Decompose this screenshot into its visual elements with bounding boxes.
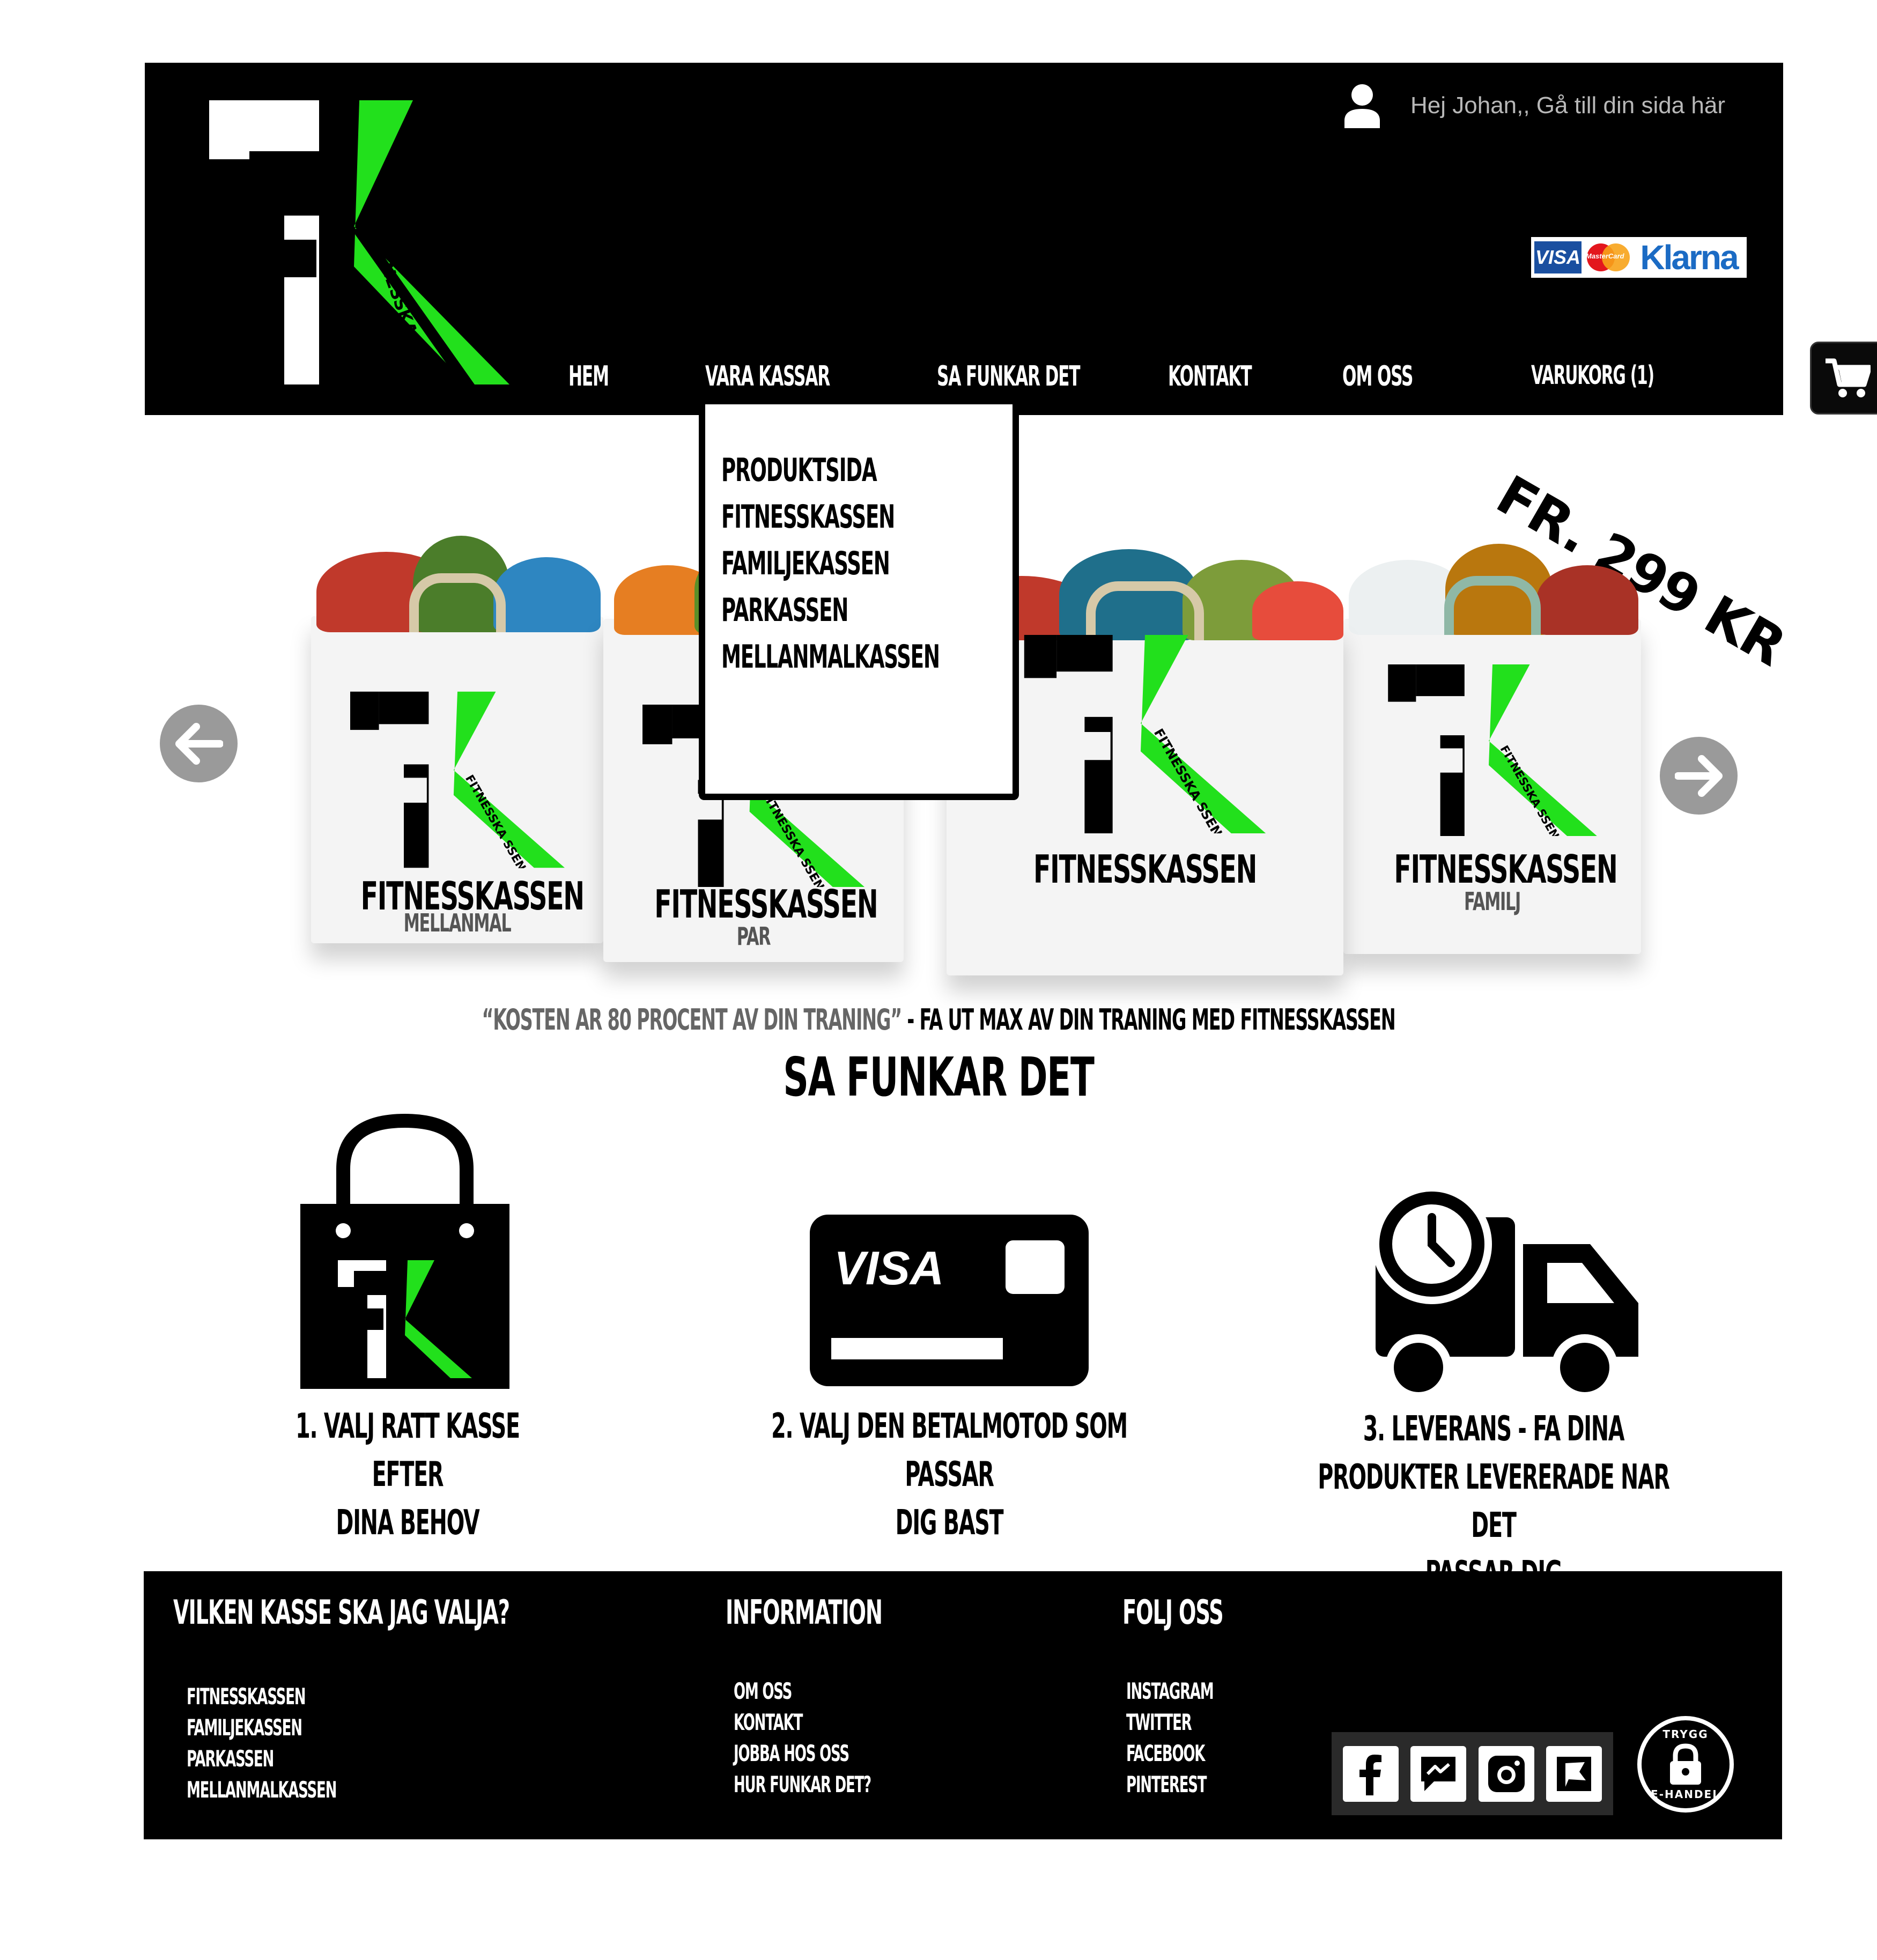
trygg-e-handel-badge[interactable]: TRYGG E-HANDEL [1637,1716,1734,1813]
bag-logo-text: FITNESSKA SSEN [462,773,528,868]
step-3-line2: PRODUKTER LEVERERADE NAR DET [1318,1458,1670,1545]
arrow-left-icon [175,722,223,765]
step-2-line1: 2. VALJ DEN BETALMOTOD SOM PASSAR [771,1407,1128,1495]
dropdown-item-mellanmalkassen[interactable]: MELLANMALKASSEN [721,634,940,681]
bag-mellanmal[interactable]: FITNESSKA SSEN FITNESSKASSEN MELLANMAL [311,536,603,943]
bag-title: FITNESSKASSEN [1394,847,1617,892]
footer-link-instagram[interactable]: INSTAGRAM [1126,1676,1214,1707]
footer-links-kassar: FITNESSKASSEN FAMILJEKASSEN PARKASSEN ME… [187,1681,428,1806]
dropdown-item-fitnesskassen[interactable]: FITNESSKASSEN [721,494,902,541]
footer-link-om-oss[interactable]: OM OSS [734,1676,871,1707]
bag-subtitle: FAMILJ [1464,887,1521,916]
step-1-line2: DINA BEHOV [336,1503,480,1543]
footer-links-social: INSTAGRAM TWITTER FACEBOOK PINTEREST [1126,1676,1267,1800]
footer-link-hur-funkar-det[interactable]: HUR FUNKAR DET? [734,1769,871,1800]
section-title: SA FUNKAR DET [783,1046,1095,1108]
step-2-line2: DIG BAST [895,1503,1004,1543]
mastercard-label: MasterCard [1586,252,1624,260]
footer-link-fitnesskassen[interactable]: FITNESSKASSEN [187,1681,336,1712]
dropdown-item-parkassen[interactable]: PARKASSEN [721,587,902,634]
bag-handle [1444,576,1541,635]
flag-icon [1556,1756,1591,1791]
bag-handle [1086,581,1204,640]
messenger-button[interactable] [1410,1745,1467,1802]
footer-link-mellanmalkassen[interactable]: MELLANMALKASSEN [187,1774,337,1806]
facebook-icon [1359,1754,1382,1795]
shopping-bag-icon [300,1113,509,1389]
bag-logo-text: FITNESSKA SSEN [759,788,827,887]
carousel-next-button[interactable] [1660,737,1738,815]
footer-link-familjekassen[interactable]: FAMILJEKASSEN [187,1712,336,1743]
flag-button[interactable] [1546,1745,1602,1802]
nav-kontakt[interactable]: KONTAKT [1168,342,1252,411]
payment-methods: VISA MasterCard Klarna [1531,237,1747,278]
trust-badge-top: TRYGG [1662,1728,1709,1741]
footer-heading-information: INFORMATION [726,1593,883,1632]
carousel-prev-button[interactable] [160,705,238,782]
footer-link-facebook[interactable]: FACEBOOK [1126,1738,1213,1769]
tagline: “KOSTEN AR 80 PROCENT AV DIN TRANING” - … [357,1003,1520,1037]
step-2-text: 2. VALJ DEN BETALMOTOD SOM PASSAR DIG BA… [750,1402,1149,1547]
footer-link-pinterest[interactable]: PINTEREST [1126,1769,1213,1800]
arrow-right-icon [1674,755,1723,797]
bag-subtitle: PAR [736,922,771,951]
user-account-link[interactable]: Hej Johan,, Gå till din sida här [1343,73,1725,138]
delivery-truck-icon [1372,1185,1638,1401]
step-1-text: 1. VALJ RATT KASSE EFTER DINA BEHOV [275,1402,541,1547]
card-brand-text: VISA [834,1241,944,1295]
social-icons [1332,1732,1613,1815]
site-footer: VILKEN KASSE SKA JAG VALJA? INFORMATION … [144,1571,1782,1839]
bag-subtitle: MELLANMAL [403,908,512,937]
greeting-text[interactable]: Hej Johan,, Gå till din sida här [1410,92,1725,119]
bag-familj[interactable]: FITNESSKA SSEN FITNESSKASSEN FAMILJ [1343,544,1641,954]
dropdown-item-produktsida[interactable]: PRODUKTSIDA [721,447,902,494]
messenger-icon [1421,1756,1456,1791]
step-1-line1: 1. VALJ RATT KASSE EFTER [295,1407,520,1495]
bag-logo: FITNESSKA SSEN [1387,664,1597,836]
footer-link-twitter[interactable]: TWITTER [1126,1707,1213,1738]
footer-heading-folj-oss: FOLJ OSS [1122,1593,1224,1632]
tagline-rest: - FA UT MAX AV DIN TRANING MED FITNESSKA… [901,1003,1395,1037]
user-icon [1344,84,1380,128]
credit-card-icon: VISA [810,1215,1089,1386]
site-header: FITNESSKA SSEN Hej Johan,, Gå till din s… [145,63,1877,415]
footer-heading-vilken-kasse: VILKEN KASSE SKA JAG VALJA? [173,1593,510,1632]
trust-badge-bottom: E-HANDEL [1651,1788,1720,1801]
bag-logo-text: FITNESSKA SSEN [1497,743,1562,836]
step-3-text: 3. LEVERANS - FA DINA PRODUKTER LEVERERA… [1306,1405,1682,1598]
nav-hem[interactable]: HEM [568,342,609,411]
cart-button[interactable] [1810,342,1877,415]
facebook-button[interactable] [1343,1745,1399,1802]
step-3-line1: 3. LEVERANS - FA DINA [1363,1409,1625,1449]
klarna-logo: Klarna [1634,240,1743,275]
footer-link-kontakt[interactable]: KONTAKT [734,1707,871,1738]
footer-link-jobba-hos-oss[interactable]: JOBBA HOS OSS [734,1738,871,1769]
bag-title: FITNESSKASSEN [654,882,878,927]
bag-handle [409,573,506,632]
bag-logo: FITNESSKA SSEN [350,691,565,868]
mastercard-logo: MasterCard [1584,241,1632,273]
vara-kassar-dropdown: PRODUKTSIDA FITNESSKASSEN FAMILJEKASSEN … [699,398,1019,800]
visa-logo: VISA [1534,241,1582,273]
dropdown-item-familjekassen[interactable]: FAMILJEKASSEN [721,541,902,587]
nav-om-oss[interactable]: OM OSS [1342,342,1413,411]
lock-icon [1670,1743,1701,1785]
instagram-icon [1488,1755,1525,1792]
bag-logo: FITNESSKA SSEN [1024,635,1266,833]
footer-link-parkassen[interactable]: PARKASSEN [187,1743,336,1774]
bag-title: FITNESSKASSEN [1033,847,1257,892]
cart-icon [1826,358,1871,397]
tagline-quote: “KOSTEN AR 80 PROCENT AV DIN TRANING” [482,1003,902,1037]
instagram-button[interactable] [1478,1745,1534,1802]
bag-logo-text: FITNESSKA SSEN [1151,726,1225,833]
footer-links-information: OM OSS KONTAKT JOBBA HOS OSS HUR FUNKAR … [734,1676,955,1800]
